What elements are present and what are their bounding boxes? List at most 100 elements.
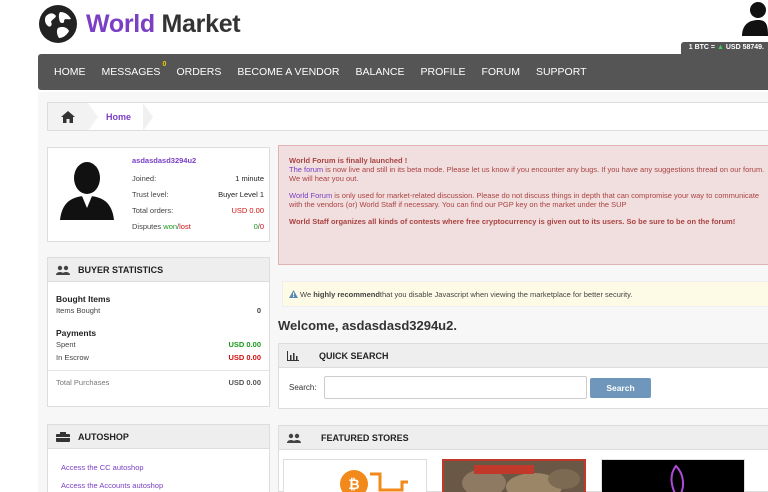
featured-store-2[interactable]	[442, 459, 586, 492]
featured-stores-title: FEATURED STORES	[321, 432, 409, 443]
neon-store-logo	[602, 460, 744, 492]
nav-forum[interactable]: FORUM	[481, 66, 520, 78]
items-bought-label: Items Bought	[56, 306, 101, 315]
forum-link[interactable]: The forum	[289, 165, 323, 174]
items-bought-value: 0	[256, 306, 261, 315]
breadcrumb: Home	[47, 102, 768, 131]
orders-row: Total orders: USD 0.00	[132, 206, 264, 215]
bar-chart-icon	[287, 350, 299, 361]
spent-value: USD 0.00	[228, 340, 261, 349]
quick-search-panel: QUICK SEARCH Search: Search	[278, 343, 768, 409]
globe-icon	[39, 5, 77, 43]
autoshop-panel: AUTOSHOP Access the CC autoshop Access t…	[47, 424, 270, 492]
warning-icon	[289, 290, 298, 298]
btc-rate-value: USD 58749.	[725, 44, 764, 51]
bitcoin-store-logo: ₿	[340, 470, 408, 492]
nav-support[interactable]: SUPPORT	[536, 66, 587, 78]
world-forum-link[interactable]: World Forum	[289, 191, 332, 200]
total-purchases-value: USD 0.00	[228, 378, 261, 387]
btc-rate-prefix: 1 BTC =	[688, 44, 717, 51]
brand-name-part1: World	[86, 9, 155, 38]
brand-name-part2: Market	[161, 9, 241, 38]
messages-badge: 0	[162, 61, 167, 68]
search-input[interactable]	[324, 376, 587, 399]
orders-value: USD 0.00	[231, 206, 264, 215]
site-name: World Market	[86, 9, 241, 39]
disputes-label: Disputes won/lost	[132, 222, 191, 231]
users-icon	[56, 265, 70, 275]
javascript-warning: We highly recommend that you disable Jav…	[282, 281, 768, 307]
escrow-label: In Escrow	[56, 353, 89, 362]
search-button[interactable]: Search	[590, 378, 651, 398]
disputes-lost-value: 0	[259, 222, 264, 231]
alert-title: World Forum is finally launched !	[289, 156, 408, 165]
bought-items-title: Bought Items	[56, 294, 111, 304]
disputes-lost-label: lost	[179, 222, 191, 231]
alert-text-1: is now live and still in its beta mode. …	[289, 165, 765, 183]
rocks-store-image	[444, 461, 584, 492]
forum-launch-alert: World Forum is finally launched ! The fo…	[278, 145, 768, 265]
site-logo[interactable]: World Market	[38, 4, 241, 44]
items-bought-row: Items Bought 0	[56, 306, 269, 315]
home-icon[interactable]	[48, 103, 98, 131]
cart-icon	[56, 431, 70, 442]
profile-card: asdasdasd3294u2 Joined: 1 minute Trust le…	[47, 147, 270, 242]
profile-username[interactable]: asdasdasd3294u2	[132, 156, 196, 165]
nav-messages-label: MESSAGES	[101, 66, 161, 78]
nav-orders[interactable]: ORDERS	[176, 66, 221, 78]
warning-text-post: that you disable Javascript when viewing…	[379, 289, 633, 299]
nav-balance[interactable]: BALANCE	[355, 66, 404, 78]
user-avatar-icon[interactable]	[736, 0, 768, 36]
disputes-row: Disputes won/lost 0/0	[132, 222, 264, 231]
featured-stores-panel: FEATURED STORES ₿	[278, 425, 768, 492]
btc-rate: 1 BTC = ▲ USD 58749.	[680, 42, 768, 54]
featured-stores-header: FEATURED STORES	[279, 426, 768, 450]
trust-row: Trust level: Buyer Level 1	[132, 190, 264, 199]
disputes-value: 0/0	[253, 222, 264, 231]
alert-text-3: World Staff organizes all kinds of conte…	[289, 217, 736, 226]
orders-label: Total orders:	[132, 206, 174, 215]
disputes-won-value: 0	[253, 222, 258, 231]
buyer-statistics-panel: BUYER STATISTICS Bought Items Items Boug…	[47, 257, 270, 407]
total-purchases-label: Total Purchases	[56, 378, 110, 387]
joined-row: Joined: 1 minute	[132, 174, 264, 183]
breadcrumb-home[interactable]: Home	[106, 102, 154, 131]
nav-become-vendor[interactable]: BECOME A VENDOR	[237, 66, 339, 78]
featured-store-3[interactable]	[601, 459, 745, 492]
svg-text:₿: ₿	[348, 476, 359, 492]
btc-rate-arrow: ▲	[716, 44, 724, 51]
disputes-label-text: Disputes	[132, 222, 162, 231]
payments-title: Payments	[56, 328, 97, 338]
quick-search-header: QUICK SEARCH	[279, 344, 768, 368]
users-icon	[287, 433, 301, 443]
escrow-value: USD 0.00	[228, 353, 261, 362]
cc-autoshop-link[interactable]: Access the CC autoshop	[61, 463, 269, 472]
welcome-heading: Welcome, asdasdasd3294u2.	[278, 318, 457, 333]
alert-text-2: is only used for market-related discussi…	[289, 191, 760, 209]
featured-store-1[interactable]: ₿	[283, 459, 427, 492]
autoshop-title: AUTOSHOP	[78, 431, 129, 442]
main-nav: HOME MESSAGES 0 ORDERS BECOME A VENDOR BA…	[38, 54, 768, 90]
trust-value: Buyer Level 1	[218, 190, 264, 199]
accounts-autoshop-link[interactable]: Access the Accounts autoshop	[61, 481, 269, 490]
warning-text-pre: We	[300, 289, 312, 299]
joined-value: 1 minute	[235, 174, 264, 183]
profile-avatar-icon	[60, 162, 114, 220]
nav-home[interactable]: HOME	[54, 66, 86, 78]
spent-row: Spent USD 0.00	[56, 340, 269, 349]
total-purchases-row: Total Purchases USD 0.00	[56, 378, 269, 387]
warning-text-strong: highly recommend	[313, 289, 380, 299]
autoshop-header: AUTOSHOP	[48, 425, 269, 449]
joined-label: Joined:	[132, 174, 157, 183]
disputes-won-label: won	[163, 222, 178, 231]
nav-profile[interactable]: PROFILE	[421, 66, 466, 78]
search-label: Search:	[289, 383, 317, 392]
nav-messages[interactable]: MESSAGES 0	[101, 61, 167, 78]
buyer-statistics-title: BUYER STATISTICS	[78, 264, 164, 275]
content-area: Home asdasdasd3294u2 Joined: 1 minute Tru…	[38, 92, 768, 492]
buyer-statistics-header: BUYER STATISTICS	[48, 258, 269, 282]
trust-label: Trust level:	[132, 190, 169, 199]
spent-label: Spent	[56, 340, 76, 349]
escrow-row: In Escrow USD 0.00	[56, 353, 269, 362]
quick-search-title: QUICK SEARCH	[319, 350, 389, 361]
